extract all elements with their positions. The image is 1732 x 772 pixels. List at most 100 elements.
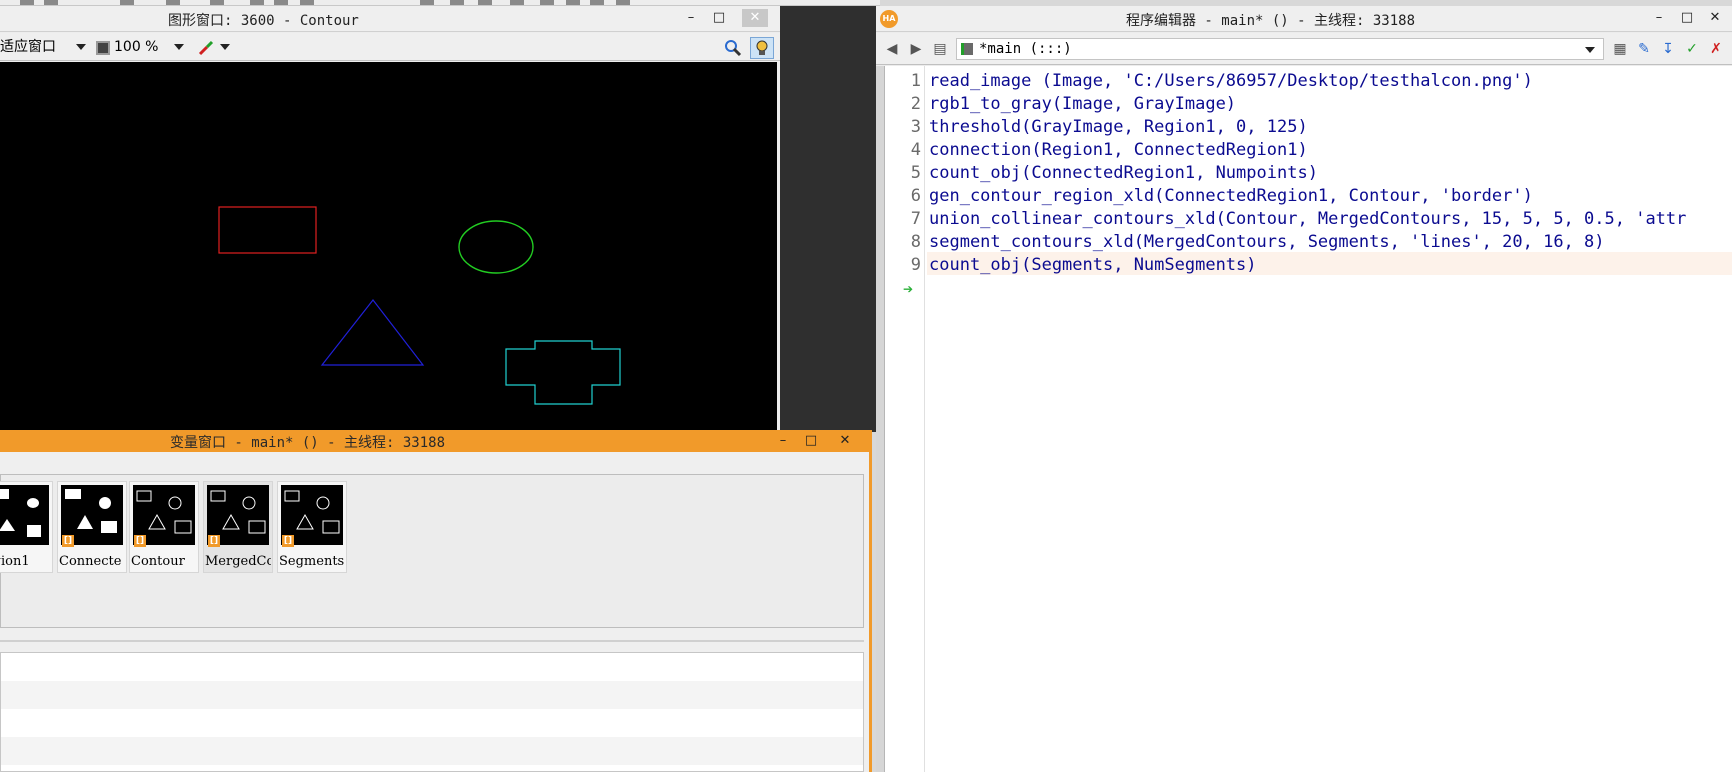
iconic-variable-label: Connecte xyxy=(59,554,122,569)
halcon-logo-icon: HA xyxy=(880,10,898,28)
cross-contour xyxy=(505,340,621,405)
minimize-button[interactable]: – xyxy=(678,9,704,27)
toolbar-icon[interactable] xyxy=(540,0,554,5)
code-line[interactable]: read_image (Image, 'C:/Users/86957/Deskt… xyxy=(929,70,1533,93)
toolbar-icon[interactable] xyxy=(590,0,604,5)
maximize-button[interactable]: □ xyxy=(706,9,732,27)
code-line[interactable]: connection(Region1, ConnectedRegion1) xyxy=(929,139,1308,162)
toolbar-icon[interactable] xyxy=(210,0,224,5)
graphics-window: 图形窗口: 3600 - Contour – □ ✕ 适应窗口 100 % xyxy=(0,6,784,432)
line-number: 3 xyxy=(910,117,921,137)
close-button[interactable]: ✕ xyxy=(832,432,858,450)
toolbar-icon[interactable] xyxy=(566,0,580,5)
close-button[interactable]: ✕ xyxy=(742,9,768,27)
tuple-badge-icon: [] xyxy=(208,535,220,547)
line-number-gutter: 1 2 3 4 5 6 7 8 9 ➔ xyxy=(885,66,925,772)
toolbar-icon[interactable] xyxy=(250,0,264,5)
iconic-variable[interactable]: [] Contour xyxy=(129,481,199,573)
code-line[interactable]: count_obj(Segments, NumSegments) xyxy=(929,254,1257,277)
program-editor-toolbar: ◀ ▶ ▤ *main (:::) ▦ ✎ ↧ ✓ ✗ xyxy=(876,33,1732,65)
iconic-variable[interactable]: egion1 xyxy=(0,481,53,573)
code-editor[interactable]: 1 2 3 4 5 6 7 8 9 ➔ read_image (Image, '… xyxy=(884,66,1732,772)
close-button[interactable]: ✕ xyxy=(1702,9,1728,27)
iconic-variable[interactable]: [] Segments xyxy=(277,481,347,573)
code-line[interactable]: threshold(GrayImage, Region1, 0, 125) xyxy=(929,116,1308,139)
toolbar-icon[interactable] xyxy=(274,0,288,5)
lightbulb-icon[interactable] xyxy=(750,37,774,59)
toolbar-icon[interactable] xyxy=(420,0,434,5)
iconic-variable[interactable]: [] Connecte xyxy=(57,481,127,573)
iconic-variable-label: Segments xyxy=(279,554,345,569)
forward-arrow-icon[interactable]: ▶ xyxy=(908,41,924,57)
fit-window-select[interactable]: 适应窗口 xyxy=(0,37,56,57)
edit-icon[interactable]: ✎ xyxy=(1636,41,1652,57)
toolbar-icon[interactable] xyxy=(450,0,464,5)
tuple-badge-icon: [] xyxy=(282,535,294,547)
check-icon[interactable]: ✓ xyxy=(1684,41,1700,57)
contour-display xyxy=(218,206,621,405)
maximize-button[interactable]: □ xyxy=(798,432,824,450)
line-number: 4 xyxy=(910,140,921,160)
back-arrow-icon[interactable]: ◀ xyxy=(884,41,900,57)
toolbar-icon[interactable] xyxy=(616,0,630,5)
iconic-variable-label: MergedCo xyxy=(205,554,271,569)
chevron-down-icon[interactable] xyxy=(174,44,184,50)
iconic-variables-panel: egion1 [] Connecte [] Contour [] MergedC… xyxy=(0,474,864,628)
delete-icon[interactable]: ✗ xyxy=(1708,41,1724,57)
paint-brush-icon[interactable] xyxy=(198,40,214,56)
toolbar-icon[interactable] xyxy=(510,0,524,5)
calendar-icon[interactable]: ▦ xyxy=(1612,41,1628,57)
triangle-contour xyxy=(320,299,425,366)
line-number: 9 xyxy=(910,255,921,275)
list-item[interactable] xyxy=(1,737,863,765)
toolbar-icon[interactable] xyxy=(44,0,58,5)
iconic-variable-label: Contour xyxy=(131,554,185,569)
toolbar-icon[interactable] xyxy=(478,0,492,5)
toolbar-icon[interactable] xyxy=(20,0,34,5)
tuple-badge-icon: [] xyxy=(134,535,146,547)
graphics-window-title: 图形窗口: 3600 - Contour xyxy=(168,13,359,29)
line-number: 7 xyxy=(910,209,921,229)
toolbar-icon[interactable] xyxy=(120,0,134,5)
program-counter-arrow-icon: ➔ xyxy=(903,282,914,296)
toolbar-icon[interactable] xyxy=(300,0,314,5)
code-line[interactable]: segment_contours_xld(MergedContours, Seg… xyxy=(929,231,1605,254)
variable-window-title: 变量窗口 - main* () - 主线程: 33188 xyxy=(170,435,446,451)
code-line[interactable]: count_obj(ConnectedRegion1, Numpoints) xyxy=(929,162,1318,185)
iconic-variable[interactable]: [] MergedCo xyxy=(203,481,273,573)
magnifier-icon[interactable] xyxy=(724,39,742,57)
variable-window: 变量窗口 - main* () - 主线程: 33188 – □ ✕ egion… xyxy=(0,430,872,772)
line-number: 8 xyxy=(910,232,921,252)
chevron-down-icon xyxy=(1585,47,1595,53)
procedure-icon xyxy=(961,43,973,55)
chevron-down-icon[interactable] xyxy=(76,44,86,50)
zoom-select[interactable]: 100 % xyxy=(114,37,158,57)
line-number: 1 xyxy=(910,71,921,91)
line-number: 5 xyxy=(910,163,921,183)
graphics-canvas[interactable] xyxy=(0,62,777,432)
variable-window-titlebar[interactable]: 变量窗口 - main* () - 主线程: 33188 – □ ✕ xyxy=(0,430,869,452)
tuple-badge-icon: [] xyxy=(62,535,74,547)
graphics-toolbar: 适应窗口 100 % xyxy=(0,33,784,61)
line-number: 2 xyxy=(910,94,921,114)
minimize-button[interactable]: – xyxy=(770,432,796,450)
program-editor-titlebar[interactable]: HA 程序编辑器 - main* () - 主线程: 33188 – □ ✕ xyxy=(876,6,1732,32)
maximize-button[interactable]: □ xyxy=(1674,9,1700,27)
region-thumbnail xyxy=(0,485,49,545)
chevron-down-icon[interactable] xyxy=(220,44,230,50)
step-into-icon[interactable]: ↧ xyxy=(1660,41,1676,57)
graphics-window-titlebar[interactable]: 图形窗口: 3600 - Contour – □ ✕ xyxy=(0,6,784,32)
toolbar-icon[interactable] xyxy=(166,0,180,5)
code-line[interactable]: gen_contour_region_xld(ConnectedRegion1,… xyxy=(929,185,1533,208)
zoom-icon xyxy=(96,41,110,55)
ellipse-contour xyxy=(458,220,534,274)
control-variables-panel xyxy=(0,652,864,772)
code-line[interactable]: union_collinear_contours_xld(Contour, Me… xyxy=(929,208,1686,231)
code-line[interactable]: rgb1_to_gray(Image, GrayImage) xyxy=(929,93,1236,116)
clipboard-icon[interactable]: ▤ xyxy=(932,41,948,57)
list-item[interactable] xyxy=(1,681,863,709)
panel-splitter[interactable] xyxy=(0,640,864,642)
procedure-select[interactable]: *main (:::) xyxy=(956,38,1604,60)
minimize-button[interactable]: – xyxy=(1646,9,1672,27)
rectangle-contour xyxy=(218,206,317,254)
